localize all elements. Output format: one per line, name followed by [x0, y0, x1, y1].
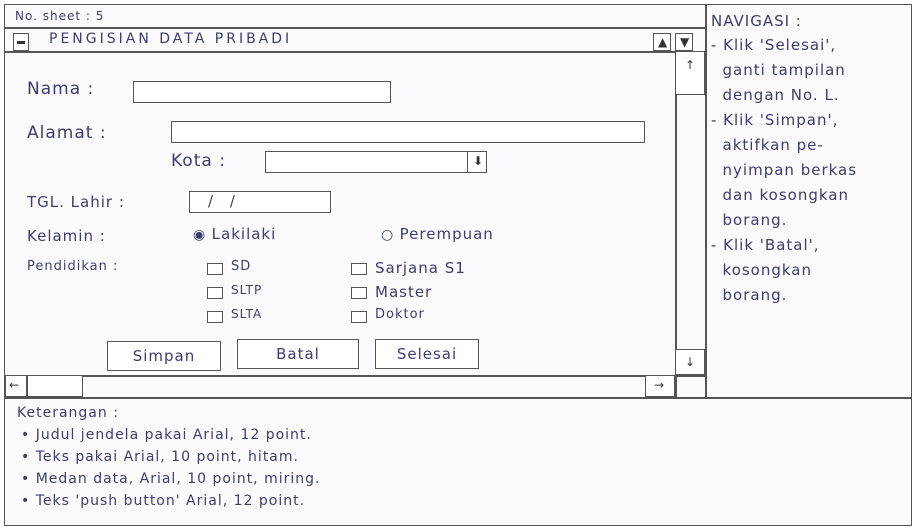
scroll-up-button[interactable]: ↑ — [675, 51, 705, 95]
maximize-button[interactable]: ▲ — [653, 33, 671, 51]
sheet-number: No. sheet : 5 — [15, 9, 105, 23]
triangle-down-icon: ▼ — [680, 35, 691, 49]
storyboard-sheet: No. sheet : 5 PENGISIAN DATA PRIBADI ▲ ▼… — [4, 4, 912, 526]
tgl-lahir-label: TGL. Lahir : — [27, 193, 125, 211]
nama-field[interactable] — [133, 81, 391, 103]
arrow-down-icon: ↓ — [685, 355, 697, 369]
navigasi-line: - Klik 'Simpan', — [711, 111, 839, 129]
dropdown-button[interactable]: ⬇ — [467, 151, 487, 173]
keterangan-item: • Medan data, Arial, 10 point, miring. — [21, 471, 321, 487]
keterangan-item: • Judul jendela pakai Arial, 12 point. — [21, 427, 312, 443]
arrow-up-icon: ↑ — [685, 58, 697, 72]
alamat-label: Alamat : — [27, 123, 107, 143]
navigasi-line: - Klik 'Batal', — [711, 236, 820, 254]
keterangan-item: • Teks 'push button' Arial, 12 point. — [21, 493, 306, 509]
checkbox-sltp-label: SLTP — [231, 283, 263, 297]
window-title: PENGISIAN DATA PRIBADI — [49, 31, 293, 47]
checkbox-sd-label: SD — [231, 259, 252, 274]
kota-label: Kota : — [171, 151, 226, 171]
radio-lakilaki[interactable]: ◉ Lakilaki — [193, 225, 276, 243]
scroll-right-button[interactable]: → — [645, 375, 675, 397]
divider — [5, 397, 911, 399]
arrow-down-icon: ⬇ — [473, 154, 485, 168]
navigasi-line: nyimpan berkas — [711, 161, 858, 179]
radio-perempuan[interactable]: ○ Perempuan — [381, 225, 494, 243]
kota-dropdown[interactable]: ⬇ — [265, 151, 487, 173]
checkbox-master[interactable] — [351, 287, 367, 299]
navigasi-line: dan kosongkan — [711, 186, 849, 204]
nama-label: Nama : — [27, 79, 95, 99]
divider — [5, 375, 705, 377]
pendidikan-label: Pendidikan : — [27, 259, 119, 274]
divider — [705, 5, 707, 397]
checkbox-sarjana-s1[interactable] — [351, 263, 367, 275]
navigasi-notes: - Klik 'Selesai', ganti tampilan dengan … — [711, 33, 911, 308]
checkbox-sd[interactable] — [207, 263, 223, 275]
divider — [5, 27, 705, 29]
keterangan-item: • Teks pakai Arial, 10 point, hitam. — [21, 449, 299, 465]
checkbox-slta[interactable] — [207, 311, 223, 323]
kelamin-label: Kelamin : — [27, 227, 106, 245]
tgl-lahir-field[interactable]: / / — [189, 191, 331, 213]
checkbox-master-label: Master — [375, 283, 433, 301]
checkbox-doktor[interactable] — [351, 311, 367, 323]
navigasi-line: borang. — [711, 211, 788, 229]
checkbox-sltp[interactable] — [207, 287, 223, 299]
checkbox-sarjana-s1-label: Sarjana S1 — [375, 259, 466, 277]
radio-selected-icon: ◉ — [193, 227, 207, 243]
keterangan-title: Keterangan : — [17, 405, 119, 421]
checkbox-slta-label: SLTA — [231, 307, 263, 321]
navigasi-line: - Klik 'Selesai', — [711, 36, 837, 54]
divider — [5, 51, 705, 53]
radio-lakilaki-label: Lakilaki — [211, 225, 277, 243]
simpan-button[interactable]: Simpan — [107, 341, 221, 371]
navigasi-line: kosongkan — [711, 261, 813, 279]
navigasi-line: aktifkan pe- — [711, 136, 824, 154]
arrow-left-icon: ← — [9, 378, 21, 392]
alamat-field[interactable] — [171, 121, 645, 143]
selesai-button[interactable]: Selesai — [375, 339, 479, 369]
radio-perempuan-label: Perempuan — [399, 225, 494, 243]
radio-empty-icon: ○ — [381, 227, 395, 243]
checkbox-doktor-label: Doktor — [375, 307, 425, 322]
triangle-up-icon: ▲ — [658, 35, 669, 49]
navigasi-line: borang. — [711, 286, 788, 304]
navigasi-title: NAVIGASI : — [711, 12, 802, 30]
navigasi-line: ganti tampilan — [711, 61, 846, 79]
horizontal-scroll-thumb[interactable] — [27, 375, 83, 397]
scroll-left-button[interactable]: ← — [5, 375, 27, 397]
batal-button[interactable]: Batal — [237, 339, 359, 369]
window-menu-button[interactable] — [13, 33, 29, 51]
minus-icon — [17, 41, 25, 44]
scroll-down-button[interactable]: ↓ — [675, 349, 705, 375]
minimize-button[interactable]: ▼ — [675, 33, 693, 51]
vertical-scrollbar-track[interactable] — [676, 95, 705, 349]
date-placeholder: / / — [208, 192, 241, 210]
navigasi-line: dengan No. L. — [711, 86, 840, 104]
arrow-right-icon: → — [654, 378, 666, 392]
